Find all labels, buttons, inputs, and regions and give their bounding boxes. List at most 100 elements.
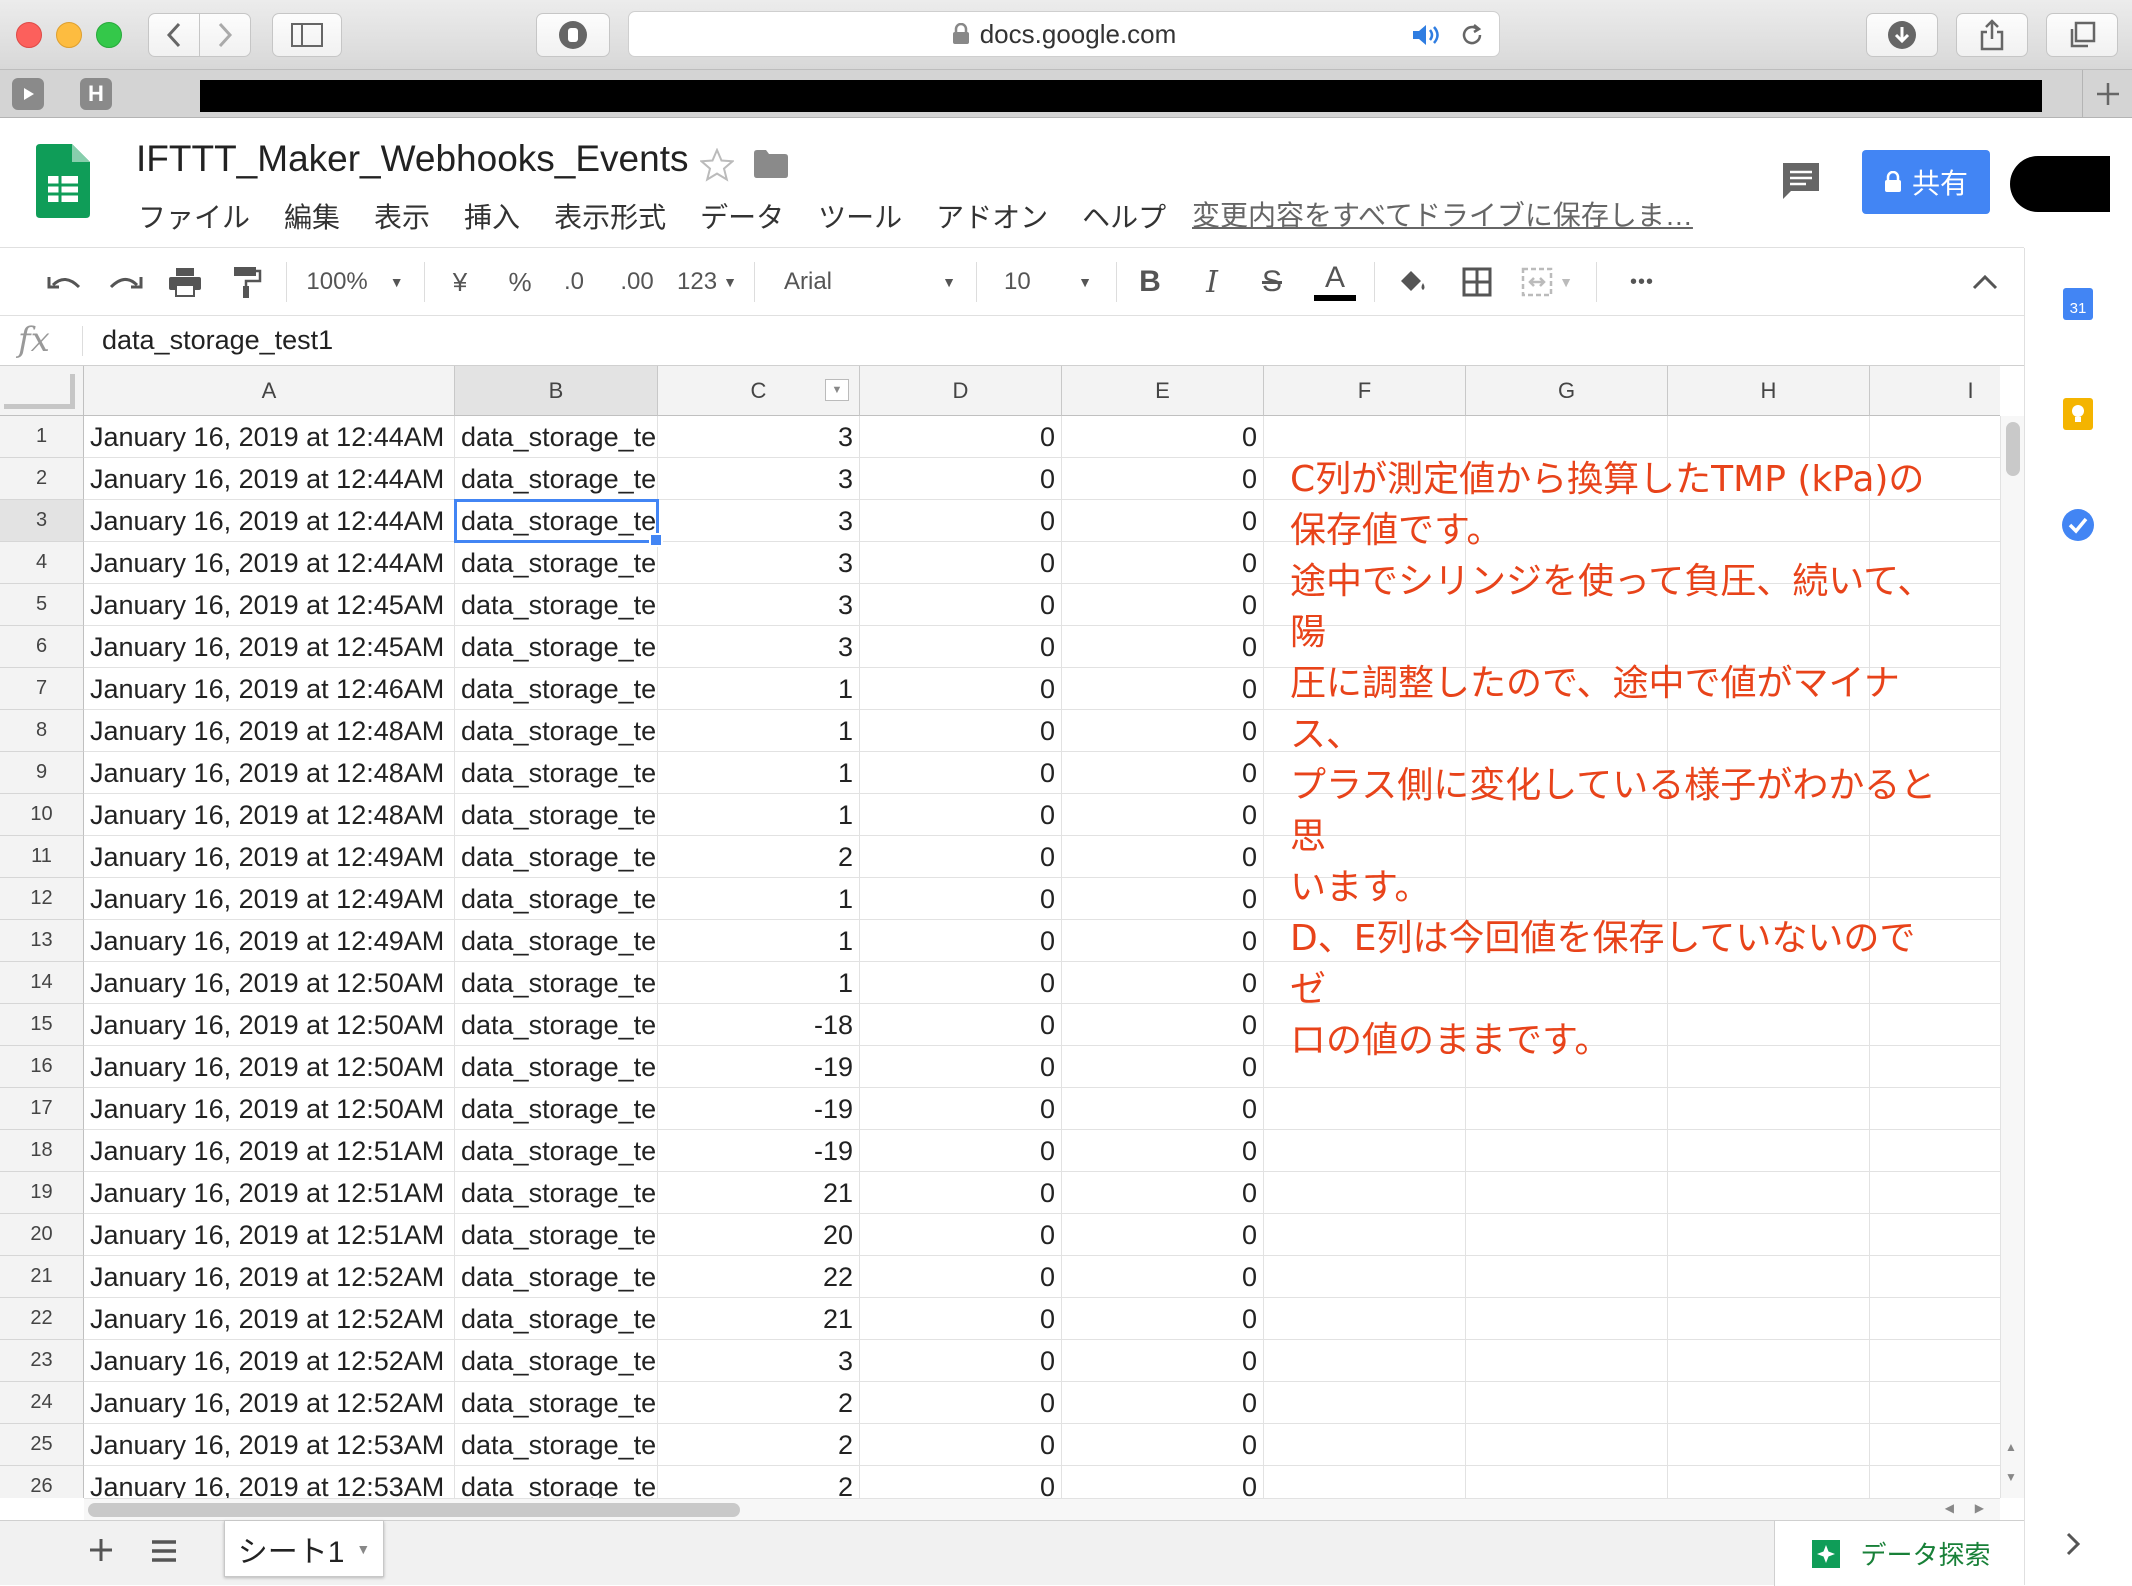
cell-i[interactable] bbox=[1870, 1256, 2000, 1298]
cell-b[interactable]: data_storage_test1 bbox=[455, 920, 658, 962]
cell-b[interactable]: data_storage_test1 bbox=[455, 1340, 658, 1382]
row-header[interactable]: 24 bbox=[0, 1382, 84, 1424]
cell-b[interactable]: data_storage_test1 bbox=[455, 752, 658, 794]
cell-b[interactable]: data_storage_test1 bbox=[455, 626, 658, 668]
tasks-icon[interactable] bbox=[2061, 508, 2095, 547]
cell-i[interactable] bbox=[1870, 1382, 2000, 1424]
vertical-scrollbar[interactable]: ▲ ▼ bbox=[2000, 416, 2024, 1498]
cell-c[interactable]: 3 bbox=[658, 542, 860, 584]
cell-e[interactable]: 0 bbox=[1062, 1046, 1264, 1088]
cell-f[interactable] bbox=[1264, 1298, 1466, 1340]
cell-f[interactable] bbox=[1264, 416, 1466, 458]
cell-g[interactable] bbox=[1466, 1130, 1668, 1172]
cell-e[interactable]: 0 bbox=[1062, 1004, 1264, 1046]
column-header-b[interactable]: B bbox=[455, 366, 658, 416]
menu-format[interactable]: 表示形式 bbox=[554, 196, 666, 236]
cell-b[interactable]: data_storage_test1 bbox=[455, 1172, 658, 1214]
print-button[interactable] bbox=[160, 248, 210, 316]
cell-h[interactable] bbox=[1668, 1466, 1870, 1498]
column-header-h[interactable]: H bbox=[1668, 366, 1870, 416]
youtube-tab-icon[interactable] bbox=[12, 78, 44, 110]
formula-input[interactable]: data_storage_test1 bbox=[102, 325, 333, 356]
paint-format-button[interactable] bbox=[222, 248, 272, 316]
cell-b[interactable]: data_storage_test1 bbox=[455, 1256, 658, 1298]
cell-a[interactable]: January 16, 2019 at 12:51AM bbox=[84, 1130, 455, 1172]
row-header[interactable]: 22 bbox=[0, 1298, 84, 1340]
cell-b[interactable]: data_storage_test1 bbox=[455, 542, 658, 584]
menu-addons[interactable]: アドオン bbox=[936, 196, 1048, 236]
cell-c[interactable]: 22 bbox=[658, 1256, 860, 1298]
cell-c[interactable]: 1 bbox=[658, 794, 860, 836]
cell-b[interactable]: data_storage_test1 bbox=[455, 1004, 658, 1046]
cell-b[interactable]: data_storage_test1 bbox=[455, 962, 658, 1004]
cell-a[interactable]: January 16, 2019 at 12:52AM bbox=[84, 1382, 455, 1424]
cell-d[interactable]: 0 bbox=[860, 1340, 1062, 1382]
cell-a[interactable]: January 16, 2019 at 12:48AM bbox=[84, 710, 455, 752]
cell-h[interactable] bbox=[1668, 1256, 1870, 1298]
borders-button[interactable] bbox=[1452, 248, 1502, 316]
cell-f[interactable] bbox=[1264, 1214, 1466, 1256]
column-header-f[interactable]: F bbox=[1264, 366, 1466, 416]
cell-d[interactable]: 0 bbox=[860, 1004, 1062, 1046]
row-header[interactable]: 14 bbox=[0, 962, 84, 1004]
cell-b[interactable]: data_storage_test1 bbox=[455, 794, 658, 836]
cell-c[interactable]: 3 bbox=[658, 416, 860, 458]
select-all-corner[interactable] bbox=[0, 366, 84, 416]
decrease-decimal-button[interactable]: .0 bbox=[554, 248, 594, 316]
cell-a[interactable]: January 16, 2019 at 12:44AM bbox=[84, 542, 455, 584]
cell-e[interactable]: 0 bbox=[1062, 962, 1264, 1004]
cell-b[interactable]: data_storage_test1 bbox=[455, 500, 658, 542]
cell-b[interactable]: data_storage_test1 bbox=[455, 836, 658, 878]
cell-b[interactable]: data_storage_test1 bbox=[455, 1046, 658, 1088]
cell-c[interactable]: -19 bbox=[658, 1130, 860, 1172]
cell-d[interactable]: 0 bbox=[860, 584, 1062, 626]
cell-a[interactable]: January 16, 2019 at 12:48AM bbox=[84, 794, 455, 836]
currency-format-button[interactable]: ¥ bbox=[440, 248, 480, 316]
cell-i[interactable] bbox=[1870, 416, 2000, 458]
cell-i[interactable] bbox=[1870, 1172, 2000, 1214]
cell-d[interactable]: 0 bbox=[860, 710, 1062, 752]
cell-d[interactable]: 0 bbox=[860, 962, 1062, 1004]
cell-a[interactable]: January 16, 2019 at 12:46AM bbox=[84, 668, 455, 710]
cell-e[interactable]: 0 bbox=[1062, 752, 1264, 794]
column-header-d[interactable]: D bbox=[860, 366, 1062, 416]
strikethrough-button[interactable]: S bbox=[1252, 248, 1292, 316]
cell-i[interactable] bbox=[1870, 1088, 2000, 1130]
cell-h[interactable] bbox=[1668, 1298, 1870, 1340]
cell-d[interactable]: 0 bbox=[860, 1382, 1062, 1424]
row-header[interactable]: 13 bbox=[0, 920, 84, 962]
speaker-icon[interactable] bbox=[1411, 21, 1447, 49]
cell-d[interactable]: 0 bbox=[860, 878, 1062, 920]
column-header-c[interactable]: C ▼ bbox=[658, 366, 860, 416]
cell-a[interactable]: January 16, 2019 at 12:52AM bbox=[84, 1298, 455, 1340]
cell-a[interactable]: January 16, 2019 at 12:52AM bbox=[84, 1256, 455, 1298]
cell-e[interactable]: 0 bbox=[1062, 1466, 1264, 1498]
cell-d[interactable]: 0 bbox=[860, 1466, 1062, 1498]
cell-b[interactable]: data_storage_test1 bbox=[455, 878, 658, 920]
cell-b[interactable]: data_storage_test1 bbox=[455, 1382, 658, 1424]
cell-f[interactable] bbox=[1264, 1130, 1466, 1172]
horizontal-scroll-thumb[interactable] bbox=[88, 1503, 740, 1517]
row-header[interactable]: 26 bbox=[0, 1466, 84, 1498]
cell-c[interactable]: 20 bbox=[658, 1214, 860, 1256]
save-status-link[interactable]: 変更内容をすべてドライブに保存しま… bbox=[1192, 194, 1693, 234]
expand-panel-button[interactable] bbox=[2065, 1532, 2081, 1561]
sheet-tab[interactable]: シート1 ▼ bbox=[224, 1521, 384, 1577]
share-page-button[interactable] bbox=[1956, 13, 2028, 57]
cell-a[interactable]: January 16, 2019 at 12:44AM bbox=[84, 416, 455, 458]
filter-icon[interactable]: ▼ bbox=[825, 379, 849, 401]
cell-e[interactable]: 0 bbox=[1062, 1340, 1264, 1382]
italic-button[interactable]: I bbox=[1192, 248, 1232, 316]
cell-a[interactable]: January 16, 2019 at 12:50AM bbox=[84, 1046, 455, 1088]
cell-i[interactable] bbox=[1870, 1130, 2000, 1172]
close-window-button[interactable] bbox=[16, 22, 42, 48]
row-header[interactable]: 18 bbox=[0, 1130, 84, 1172]
cell-e[interactable]: 0 bbox=[1062, 710, 1264, 752]
cell-a[interactable]: January 16, 2019 at 12:51AM bbox=[84, 1214, 455, 1256]
merge-cells-button[interactable]: ▼ bbox=[1512, 248, 1582, 316]
minimize-window-button[interactable] bbox=[56, 22, 82, 48]
cell-d[interactable]: 0 bbox=[860, 1130, 1062, 1172]
cell-f[interactable] bbox=[1264, 1088, 1466, 1130]
cell-d[interactable]: 0 bbox=[860, 1172, 1062, 1214]
row-header[interactable]: 15 bbox=[0, 1004, 84, 1046]
